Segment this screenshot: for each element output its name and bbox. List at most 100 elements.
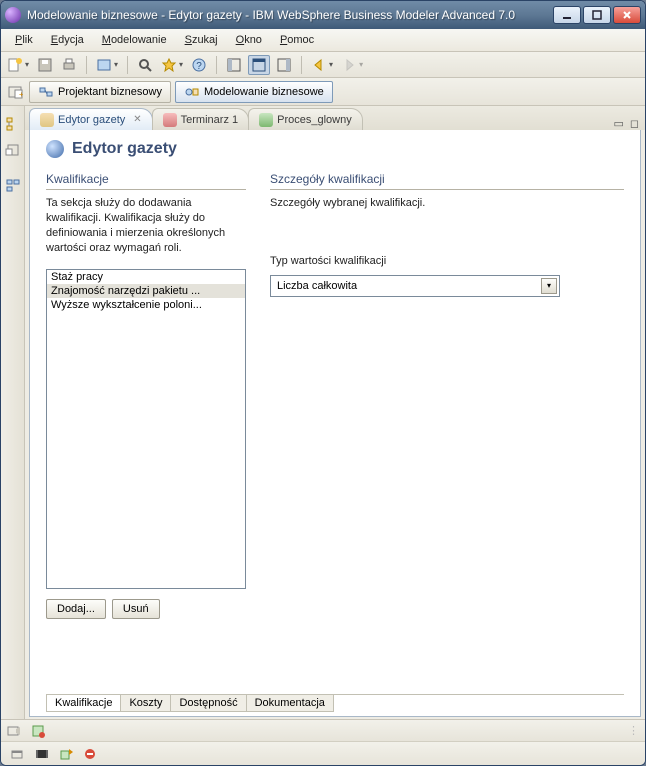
menu-window[interactable]: Okno	[228, 32, 270, 48]
new-button[interactable]	[5, 55, 31, 75]
process-icon	[259, 113, 273, 127]
perspective-bar: + Projektant biznesowy Modelowanie bizne…	[1, 78, 645, 106]
btab-kwalifikacje[interactable]: Kwalifikacje	[46, 695, 121, 712]
page-title-text: Edytor gazety	[72, 140, 177, 158]
right-column: Szczegóły kwalifikacji Szczegóły wybrane…	[270, 172, 624, 688]
tab-terminarz[interactable]: Terminarz 1	[152, 108, 249, 130]
left-trim-bar	[1, 106, 25, 719]
maximize-view-icon[interactable]: ◻	[630, 117, 639, 130]
perspective-designer-label: Projektant biznesowy	[58, 86, 162, 98]
menubar: Plik Edycja Modelowanie Szukaj Okno Pomo…	[1, 29, 645, 52]
restore-view-icon[interactable]	[3, 140, 23, 160]
fast-view-bar: ⋮	[1, 719, 645, 741]
layout2-button[interactable]	[248, 55, 270, 75]
titlebar: Modelowanie biznesowe - Edytor gazety - …	[1, 1, 645, 29]
chevron-down-icon[interactable]: ▾	[541, 278, 557, 294]
details-heading: Szczegóły kwalifikacji	[270, 172, 624, 190]
btab-dokumentacja[interactable]: Dokumentacja	[246, 695, 334, 712]
menu-help[interactable]: Pomoc	[272, 32, 322, 48]
separator	[216, 56, 217, 74]
menu-search-label: zukaj	[192, 34, 218, 46]
perspective-modeling[interactable]: Modelowanie biznesowe	[175, 81, 333, 103]
qualifications-heading: Kwalifikacje	[46, 172, 246, 190]
show-view-icon[interactable]	[11, 747, 25, 761]
editor-area: Edytor gazety ✕ Terminarz 1 Proces_glown…	[25, 106, 645, 719]
document-icon	[40, 113, 54, 127]
menu-edit-label: dycja	[58, 34, 84, 46]
app-window: Modelowanie biznesowe - Edytor gazety - …	[0, 0, 646, 766]
tab-edytor-gazety[interactable]: Edytor gazety ✕	[29, 108, 153, 130]
editor-content: Edytor gazety Kwalifikacje Ta sekcja słu…	[29, 130, 641, 717]
menu-file-label: lik	[22, 34, 32, 46]
export-icon[interactable]	[59, 747, 73, 761]
perspective-modeling-label: Modelowanie biznesowe	[204, 86, 324, 98]
search-button[interactable]	[135, 55, 155, 75]
remove-button[interactable]: Usuń	[112, 599, 160, 619]
close-icon[interactable]: ✕	[133, 114, 141, 125]
minimize-button[interactable]	[553, 6, 581, 24]
list-item[interactable]: Wyższe wykształcenie poloni...	[47, 298, 245, 312]
bottom-tabs: Kwalifikacje Koszty Dostępność Dokumenta…	[46, 694, 624, 712]
menu-file[interactable]: Plik	[7, 32, 41, 48]
qualifications-desc: Ta sekcja służy do dodawania kwalifikacj…	[46, 196, 246, 255]
menu-window-label: kno	[244, 34, 262, 46]
svg-text:?: ?	[196, 61, 202, 72]
details-desc: Szczegóły wybranej kwalifikacji.	[270, 196, 624, 211]
menu-edit[interactable]: Edycja	[43, 32, 92, 48]
separator	[86, 56, 87, 74]
view-button[interactable]	[94, 55, 120, 75]
menu-search[interactable]: Szukaj	[177, 32, 226, 48]
combo-value: Liczba całkowita	[277, 280, 357, 292]
separator	[127, 56, 128, 74]
minimize-view-icon[interactable]: ▭	[613, 117, 623, 130]
print-button[interactable]	[59, 55, 79, 75]
qualifications-list[interactable]: Staż pracy Znajomość narzędzi pakietu ..…	[46, 269, 246, 589]
errors-icon[interactable]	[31, 724, 45, 738]
btab-koszty[interactable]: Koszty	[120, 695, 171, 712]
form-columns: Kwalifikacje Ta sekcja służy do dodawani…	[46, 172, 624, 688]
list-item[interactable]: Znajomość narzędzi pakietu ...	[47, 284, 245, 298]
left-column: Kwalifikacje Ta sekcja służy do dodawani…	[46, 172, 246, 688]
tab-label: Edytor gazety	[58, 114, 125, 126]
save-button[interactable]	[35, 55, 55, 75]
back-button[interactable]	[309, 55, 335, 75]
project-tree-icon[interactable]	[3, 114, 23, 134]
perspective-designer[interactable]: Projektant biznesowy	[29, 81, 171, 103]
page-icon	[46, 140, 64, 158]
btab-dostepnosc[interactable]: Dostępność	[170, 695, 246, 712]
add-button[interactable]: Dodaj...	[46, 599, 106, 619]
menu-modeling-label: odelowanie	[111, 34, 167, 46]
separator	[301, 56, 302, 74]
open-perspective-button[interactable]: +	[5, 82, 25, 102]
window-buttons	[553, 6, 641, 24]
close-button[interactable]	[613, 6, 641, 24]
tab-label: Terminarz 1	[181, 114, 238, 126]
menu-modeling[interactable]: Modelowanie	[94, 32, 175, 48]
grip-icon: ⋮	[628, 724, 639, 737]
main-toolbar: ?	[1, 52, 645, 78]
tab-controls: ▭ ◻	[613, 117, 645, 130]
window-title: Modelowanie biznesowe - Edytor gazety - …	[27, 8, 553, 22]
film-icon[interactable]	[35, 747, 49, 761]
app-icon	[5, 7, 21, 23]
forward-button[interactable]	[339, 55, 365, 75]
tab-label: Proces_glowny	[277, 114, 352, 126]
maximize-button[interactable]	[583, 6, 611, 24]
outline-icon[interactable]	[3, 176, 23, 196]
designer-icon	[38, 84, 54, 100]
layout3-button[interactable]	[274, 55, 294, 75]
svg-text:+: +	[19, 90, 23, 99]
value-type-combo[interactable]: Liczba całkowita ▾	[270, 275, 560, 297]
workspace: Edytor gazety ✕ Terminarz 1 Proces_glown…	[1, 106, 645, 719]
editor-tabs: Edytor gazety ✕ Terminarz 1 Proces_glown…	[25, 106, 645, 130]
menu-help-label: omoc	[287, 34, 314, 46]
list-item[interactable]: Staż pracy	[47, 270, 245, 284]
modeling-icon	[184, 84, 200, 100]
fast-view-icon[interactable]	[7, 724, 21, 738]
help-button[interactable]: ?	[189, 55, 209, 75]
stop-icon[interactable]	[83, 747, 97, 761]
tab-proces[interactable]: Proces_glowny	[248, 108, 363, 130]
favorites-button[interactable]	[159, 55, 185, 75]
page-title: Edytor gazety	[46, 140, 624, 162]
layout1-button[interactable]	[224, 55, 244, 75]
